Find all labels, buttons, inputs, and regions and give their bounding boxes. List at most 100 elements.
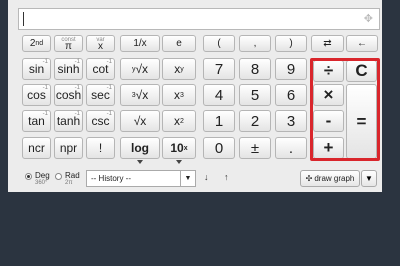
backspace-button[interactable]: ← bbox=[346, 35, 378, 52]
digit-7-label: 7 bbox=[214, 60, 224, 78]
cot-button[interactable]: -1 cot bbox=[86, 58, 115, 80]
divide-button[interactable]: ÷ bbox=[313, 60, 344, 82]
square-root-button[interactable]: √x bbox=[120, 110, 160, 132]
digit-8-label: 8 bbox=[250, 60, 260, 78]
digit-0-button[interactable]: 0 bbox=[203, 137, 235, 159]
chevron-down-icon[interactable]: ▼ bbox=[180, 171, 195, 186]
left-paren-label: ( bbox=[217, 38, 221, 49]
log-label: log bbox=[131, 141, 149, 155]
digit-2-label: 2 bbox=[250, 112, 260, 130]
ten-power-x-button[interactable]: 10 x bbox=[162, 137, 196, 164]
backspace-icon: ← bbox=[357, 38, 367, 49]
digit-2-button[interactable]: 2 bbox=[239, 110, 271, 132]
decimal-point-button[interactable]: . bbox=[275, 137, 307, 159]
tanh-button[interactable]: -1 tanh bbox=[54, 110, 83, 132]
x-squared-button[interactable]: x2 bbox=[162, 110, 196, 132]
right-paren-button[interactable]: ) bbox=[275, 35, 307, 52]
tan-button[interactable]: -1 tan bbox=[22, 110, 51, 132]
e-label: e bbox=[176, 38, 182, 49]
pi-button[interactable]: const π bbox=[54, 35, 83, 52]
plus-button[interactable]: + bbox=[313, 137, 344, 159]
cosh-button[interactable]: -1 cosh bbox=[54, 84, 83, 106]
calculator-display[interactable]: ✥ bbox=[18, 8, 380, 30]
variable-x-button[interactable]: var x bbox=[86, 35, 115, 52]
log-button[interactable]: log bbox=[120, 137, 160, 164]
factorial-button[interactable]: ! bbox=[86, 137, 115, 159]
swap-icon: ⇄ bbox=[323, 38, 332, 49]
rad-radio[interactable] bbox=[55, 173, 62, 180]
inverse-mark: -1 bbox=[74, 59, 80, 65]
inverse-mark: -1 bbox=[42, 111, 48, 117]
plus-minus-button[interactable]: ± bbox=[239, 137, 271, 159]
x-cubed-exp: 3 bbox=[180, 91, 184, 99]
move-icon[interactable]: ✥ bbox=[364, 12, 373, 25]
minus-button[interactable]: - bbox=[313, 110, 344, 132]
plus-minus-label: ± bbox=[250, 139, 260, 157]
history-up-icon[interactable]: ↑ bbox=[224, 172, 229, 182]
x-cubed-button[interactable]: x3 bbox=[162, 84, 196, 106]
deg-sublabel: 360° bbox=[35, 180, 48, 186]
digit-8-button[interactable]: 8 bbox=[239, 58, 271, 80]
swap-button[interactable]: ⇄ bbox=[311, 35, 344, 52]
clear-label: C bbox=[355, 61, 368, 80]
y-root-button[interactable]: y √x bbox=[120, 58, 160, 80]
inverse-mark: -1 bbox=[106, 85, 112, 91]
ten-power-base: 10 bbox=[170, 141, 184, 155]
deg-radio[interactable] bbox=[25, 173, 32, 180]
graph-options-dropdown[interactable]: ▼ bbox=[361, 170, 377, 187]
sec-button[interactable]: -1 sec bbox=[86, 84, 115, 106]
ten-power-dropdown-icon bbox=[176, 160, 182, 164]
cube-root-label: √x bbox=[135, 88, 149, 102]
cube-root-button[interactable]: 3 √x bbox=[120, 84, 160, 106]
text-cursor bbox=[23, 12, 24, 26]
draw-graph-button[interactable]: ✣ draw graph bbox=[300, 170, 360, 187]
digit-3-button[interactable]: 3 bbox=[275, 110, 307, 132]
inverse-mark: -1 bbox=[106, 111, 112, 117]
csc-button[interactable]: -1 csc bbox=[86, 110, 115, 132]
digit-9-button[interactable]: 9 bbox=[275, 58, 307, 80]
chevron-down-icon: ▼ bbox=[365, 174, 373, 183]
log-dropdown-icon bbox=[137, 160, 143, 164]
const-label: const bbox=[61, 37, 76, 43]
rad-sublabel: 2π bbox=[65, 180, 73, 186]
draw-graph-label: draw graph bbox=[314, 174, 355, 183]
inverse-mark: -1 bbox=[42, 85, 48, 91]
ncr-button[interactable]: ncr bbox=[22, 137, 51, 159]
history-label: -- History -- bbox=[91, 174, 131, 183]
minus-label: - bbox=[325, 111, 332, 130]
digit-5-button[interactable]: 5 bbox=[239, 84, 271, 106]
digit-7-button[interactable]: 7 bbox=[203, 58, 235, 80]
var-label: var bbox=[96, 37, 105, 43]
digit-5-label: 5 bbox=[250, 86, 260, 104]
second-function-button[interactable]: 2nd bbox=[22, 35, 51, 52]
right-paren-label: ) bbox=[289, 38, 293, 49]
digit-4-label: 4 bbox=[214, 86, 224, 104]
digit-1-label: 1 bbox=[214, 112, 224, 130]
reciprocal-button[interactable]: 1/x bbox=[120, 35, 160, 52]
digit-1-button[interactable]: 1 bbox=[203, 110, 235, 132]
digit-6-label: 6 bbox=[286, 86, 296, 104]
digit-4-button[interactable]: 4 bbox=[203, 84, 235, 106]
history-select[interactable]: -- History -- ▼ bbox=[86, 170, 196, 187]
second-sup: nd bbox=[35, 40, 44, 47]
sin-button[interactable]: -1 sin bbox=[22, 58, 51, 80]
history-down-icon[interactable]: ↓ bbox=[204, 172, 209, 182]
graph-icon: ✣ bbox=[305, 174, 313, 183]
multiply-button[interactable]: × bbox=[313, 84, 344, 106]
cos-button[interactable]: -1 cos bbox=[22, 84, 51, 106]
e-button[interactable]: e bbox=[162, 35, 196, 52]
left-paren-button[interactable]: ( bbox=[203, 35, 235, 52]
inverse-mark: -1 bbox=[106, 59, 112, 65]
comma-button[interactable]: , bbox=[239, 35, 271, 52]
plus-label: + bbox=[323, 138, 334, 157]
digit-6-button[interactable]: 6 bbox=[275, 84, 307, 106]
npr-button[interactable]: npr bbox=[54, 137, 83, 159]
divide-label: ÷ bbox=[323, 61, 334, 80]
digit-3-label: 3 bbox=[286, 112, 296, 130]
x-power-y-button[interactable]: xy bbox=[162, 58, 196, 80]
sinh-button[interactable]: -1 sinh bbox=[54, 58, 83, 80]
clear-button[interactable]: C bbox=[346, 60, 377, 82]
x-power-y-exp: y bbox=[180, 65, 184, 73]
equals-button[interactable]: = bbox=[346, 84, 377, 159]
y-root-label: √x bbox=[135, 62, 149, 76]
